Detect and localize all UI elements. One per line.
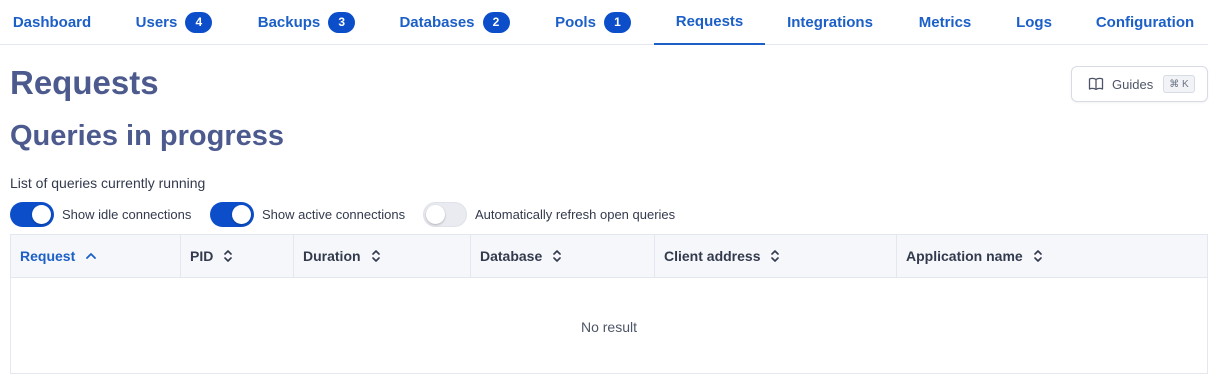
- book-icon: [1088, 77, 1104, 91]
- tab-databases[interactable]: Databases 2: [391, 0, 518, 44]
- tab-label: Metrics: [918, 13, 972, 31]
- toggle-switch[interactable]: [423, 202, 467, 227]
- column-label: Client address: [664, 248, 761, 264]
- table-header: Request PID Duration Database Client add…: [11, 235, 1207, 278]
- column-database[interactable]: Database: [471, 235, 655, 277]
- count-badge: 3: [328, 11, 356, 33]
- count-badge: 2: [482, 11, 510, 33]
- queries-table: Request PID Duration Database Client add…: [10, 234, 1208, 374]
- column-label: Duration: [303, 248, 361, 264]
- sort-icon: [1033, 249, 1043, 263]
- column-request[interactable]: Request: [11, 235, 181, 277]
- tab-label: Dashboard: [12, 13, 92, 31]
- tab-integrations[interactable]: Integrations: [778, 0, 882, 44]
- tab-label: Logs: [1016, 13, 1052, 31]
- guides-label: Guides: [1112, 76, 1154, 92]
- tab-label: Requests: [675, 13, 744, 30]
- show-idle-toggle[interactable]: Show idle connections: [10, 202, 191, 227]
- toggle-switch[interactable]: [210, 202, 254, 227]
- column-client-address[interactable]: Client address: [655, 235, 897, 277]
- tab-label: Pools: [555, 13, 596, 31]
- keyboard-shortcut: ⌘ K: [1163, 75, 1195, 93]
- sort-icon: [552, 249, 562, 263]
- toggle-label: Automatically refresh open queries: [475, 207, 676, 222]
- tab-configuration[interactable]: Configuration: [1087, 0, 1203, 44]
- sort-ascending-icon: [85, 251, 97, 261]
- tab-label: Configuration: [1095, 13, 1195, 31]
- tab-users[interactable]: Users 4: [126, 0, 222, 44]
- tab-label: Backups: [257, 13, 321, 31]
- page-title: Requests: [10, 64, 159, 101]
- column-application-name[interactable]: Application name: [897, 235, 1207, 277]
- section-subtitle: List of queries currently running: [10, 175, 206, 191]
- tab-metrics[interactable]: Metrics: [910, 0, 980, 44]
- section-title: Queries in progress: [10, 120, 284, 152]
- tab-label: Integrations: [787, 13, 873, 31]
- top-tab-bar: Dashboard Users 4 Backups 3 Databases 2 …: [0, 0, 1208, 45]
- column-label: PID: [190, 248, 214, 264]
- toggle-label: Show active connections: [262, 207, 406, 222]
- tab-requests[interactable]: Requests: [654, 0, 765, 45]
- sort-icon: [371, 249, 381, 263]
- guides-button[interactable]: Guides ⌘ K: [1071, 66, 1208, 102]
- count-badge: 4: [185, 11, 213, 33]
- empty-state: No result: [580, 318, 638, 335]
- sort-icon: [770, 249, 780, 263]
- column-pid[interactable]: PID: [181, 235, 294, 277]
- column-label: Request: [20, 248, 76, 264]
- show-active-toggle[interactable]: Show active connections: [210, 202, 405, 227]
- tab-label: Databases: [399, 13, 475, 31]
- count-badge: 1: [603, 11, 631, 33]
- toggle-label: Show idle connections: [62, 207, 192, 222]
- tab-label: Users: [135, 13, 178, 31]
- column-label: Database: [480, 248, 543, 264]
- toggle-switch[interactable]: [10, 202, 54, 227]
- sort-icon: [223, 249, 233, 263]
- tab-dashboard[interactable]: Dashboard: [0, 0, 104, 44]
- tab-pools[interactable]: Pools 1: [546, 0, 640, 44]
- tab-logs[interactable]: Logs: [1008, 0, 1060, 44]
- column-label: Application name: [906, 248, 1023, 264]
- tab-backups[interactable]: Backups 3: [249, 0, 364, 44]
- auto-refresh-toggle[interactable]: Automatically refresh open queries: [423, 202, 675, 227]
- column-duration[interactable]: Duration: [294, 235, 471, 277]
